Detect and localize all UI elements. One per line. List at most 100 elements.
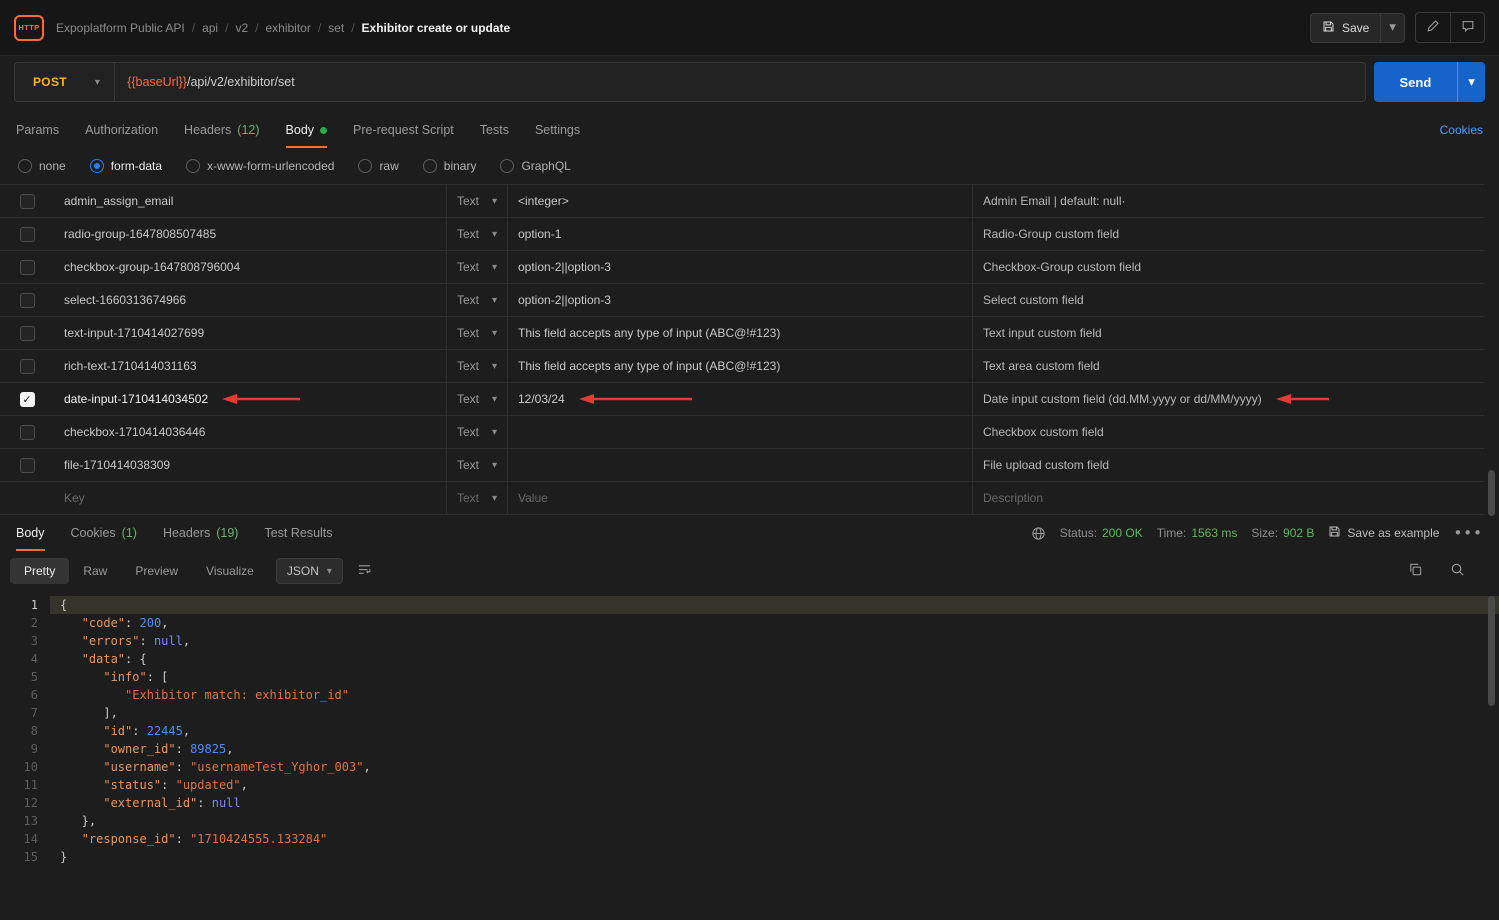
key-cell[interactable]: date-input-1710414034502	[54, 383, 446, 415]
description-cell[interactable]: Checkbox custom field	[972, 416, 1484, 448]
save-as-example-button[interactable]: Save as example	[1328, 525, 1439, 541]
description-cell[interactable]: Date input custom field (dd.MM.yyyy or d…	[972, 383, 1484, 415]
url-input[interactable]: {{baseUrl}}/api/v2/exhibitor/set	[115, 63, 1364, 101]
request-tab-params[interactable]: Params	[16, 112, 59, 148]
value-cell[interactable]	[507, 449, 972, 481]
key-cell[interactable]: checkbox-group-1647808796004	[54, 251, 446, 283]
code-line: ],	[50, 704, 1499, 722]
value-cell[interactable]	[507, 416, 972, 448]
response-tab-cookies[interactable]: Cookies(1)	[71, 515, 137, 551]
search-button[interactable]	[1443, 558, 1471, 584]
type-select[interactable]: Text▾	[446, 218, 507, 250]
description-cell[interactable]: Admin Email | default: null·	[972, 185, 1484, 217]
type-select[interactable]: Text▾	[446, 416, 507, 448]
radio-icon	[423, 159, 437, 173]
more-options-button[interactable]: •••	[1453, 524, 1483, 542]
value-text: This field accepts any type of input (AB…	[518, 359, 780, 373]
code-scrollbar[interactable]	[1488, 596, 1495, 706]
response-tab-headers[interactable]: Headers(19)	[163, 515, 238, 551]
view-tab-preview[interactable]: Preview	[121, 558, 192, 584]
type-select[interactable]: Text▾	[446, 383, 507, 415]
body-mode-GraphQL[interactable]: GraphQL	[500, 159, 570, 173]
save-button[interactable]: Save	[1311, 14, 1380, 42]
value-cell[interactable]: option-1	[507, 218, 972, 250]
value-cell[interactable]: This field accepts any type of input (AB…	[507, 350, 972, 382]
response-tab-body[interactable]: Body	[16, 515, 45, 551]
description-cell[interactable]: File upload custom field	[972, 449, 1484, 481]
key-cell[interactable]: radio-group-1647808507485	[54, 218, 446, 250]
type-select[interactable]: Text▾	[446, 350, 507, 382]
breadcrumb-segment[interactable]: api	[202, 21, 218, 35]
request-tab-headers[interactable]: Headers(12)	[184, 112, 259, 148]
value-cell[interactable]: This field accepts any type of input (AB…	[507, 317, 972, 349]
request-tab-settings[interactable]: Settings	[535, 112, 580, 148]
size-indicator[interactable]: Size:902 B	[1251, 526, 1314, 540]
edit-button[interactable]	[1416, 13, 1450, 42]
body-mode-binary[interactable]: binary	[423, 159, 477, 173]
body-mode-none[interactable]: none	[18, 159, 66, 173]
save-dropdown-button[interactable]: ▾	[1380, 14, 1404, 42]
send-button[interactable]: Send	[1374, 62, 1458, 102]
save-example-label: Save as example	[1347, 526, 1439, 540]
row-checkbox[interactable]	[20, 326, 35, 341]
row-checkbox[interactable]	[20, 458, 35, 473]
body-mode-form-data[interactable]: form-data	[90, 159, 162, 173]
key-cell[interactable]: admin_assign_email	[54, 185, 446, 217]
value-cell[interactable]: Value	[507, 482, 972, 514]
response-tab-test-results[interactable]: Test Results	[264, 515, 332, 551]
description-cell[interactable]: Text area custom field	[972, 350, 1484, 382]
row-checkbox[interactable]	[20, 260, 35, 275]
comment-button[interactable]	[1450, 13, 1484, 42]
description-cell[interactable]: Radio-Group custom field	[972, 218, 1484, 250]
type-select[interactable]: Text▾	[446, 251, 507, 283]
body-mode-x-www-form-urlencoded[interactable]: x-www-form-urlencoded	[186, 159, 334, 173]
breadcrumb-segment[interactable]: Expoplatform Public API	[56, 21, 185, 35]
breadcrumb-segment[interactable]: set	[328, 21, 344, 35]
request-tab-tests[interactable]: Tests	[480, 112, 509, 148]
value-cell[interactable]: <integer>	[507, 185, 972, 217]
wrap-text-button[interactable]	[351, 558, 379, 584]
request-tab-pre-request-script[interactable]: Pre-request Script	[353, 112, 454, 148]
view-tab-raw[interactable]: Raw	[69, 558, 121, 584]
type-select[interactable]: Text▾	[446, 284, 507, 316]
view-tab-visualize[interactable]: Visualize	[192, 558, 268, 584]
breadcrumb-segment[interactable]: v2	[235, 21, 248, 35]
type-select[interactable]: Text▾	[446, 317, 507, 349]
key-cell[interactable]: checkbox-1710414036446	[54, 416, 446, 448]
value-cell[interactable]: option-2||option-3	[507, 251, 972, 283]
value-cell[interactable]: 12/03/24	[507, 383, 972, 415]
request-tab-body[interactable]: Body	[286, 112, 328, 148]
breadcrumb-segment[interactable]: exhibitor	[265, 21, 310, 35]
row-checkbox[interactable]: ✓	[20, 392, 35, 407]
type-select[interactable]: Text▾	[446, 185, 507, 217]
row-checkbox[interactable]	[20, 227, 35, 242]
row-checkbox[interactable]	[20, 293, 35, 308]
key-cell[interactable]: file-1710414038309	[54, 449, 446, 481]
cookies-link[interactable]: Cookies	[1440, 123, 1483, 137]
form-table-scrollbar[interactable]	[1488, 470, 1495, 516]
format-select[interactable]: JSON ▾	[276, 558, 343, 584]
description-cell[interactable]: Select custom field	[972, 284, 1484, 316]
copy-button[interactable]	[1401, 558, 1429, 584]
value-cell[interactable]: option-2||option-3	[507, 284, 972, 316]
send-dropdown-button[interactable]: ▾	[1457, 62, 1485, 102]
method-select[interactable]: POST ▾	[15, 63, 115, 101]
time-indicator[interactable]: Time:1563 ms	[1157, 526, 1238, 540]
description-cell[interactable]: Checkbox-Group custom field	[972, 251, 1484, 283]
type-select[interactable]: Text▾	[446, 449, 507, 481]
key-cell[interactable]: select-1660313674966	[54, 284, 446, 316]
view-tab-pretty[interactable]: Pretty	[10, 558, 69, 584]
key-cell[interactable]: rich-text-1710414031163	[54, 350, 446, 382]
description-cell[interactable]: Text input custom field	[972, 317, 1484, 349]
key-cell[interactable]: text-input-1710414027699	[54, 317, 446, 349]
status-indicator[interactable]: Status:200 OK	[1060, 526, 1143, 540]
body-mode-raw[interactable]: raw	[358, 159, 398, 173]
row-checkbox[interactable]	[20, 194, 35, 209]
row-checkbox[interactable]	[20, 425, 35, 440]
type-select[interactable]: Text▾	[446, 482, 507, 514]
key-cell[interactable]: Key	[54, 482, 446, 514]
description-cell[interactable]: Description	[972, 482, 1484, 514]
network-globe-icon[interactable]	[1031, 526, 1046, 541]
row-checkbox[interactable]	[20, 359, 35, 374]
request-tab-authorization[interactable]: Authorization	[85, 112, 158, 148]
